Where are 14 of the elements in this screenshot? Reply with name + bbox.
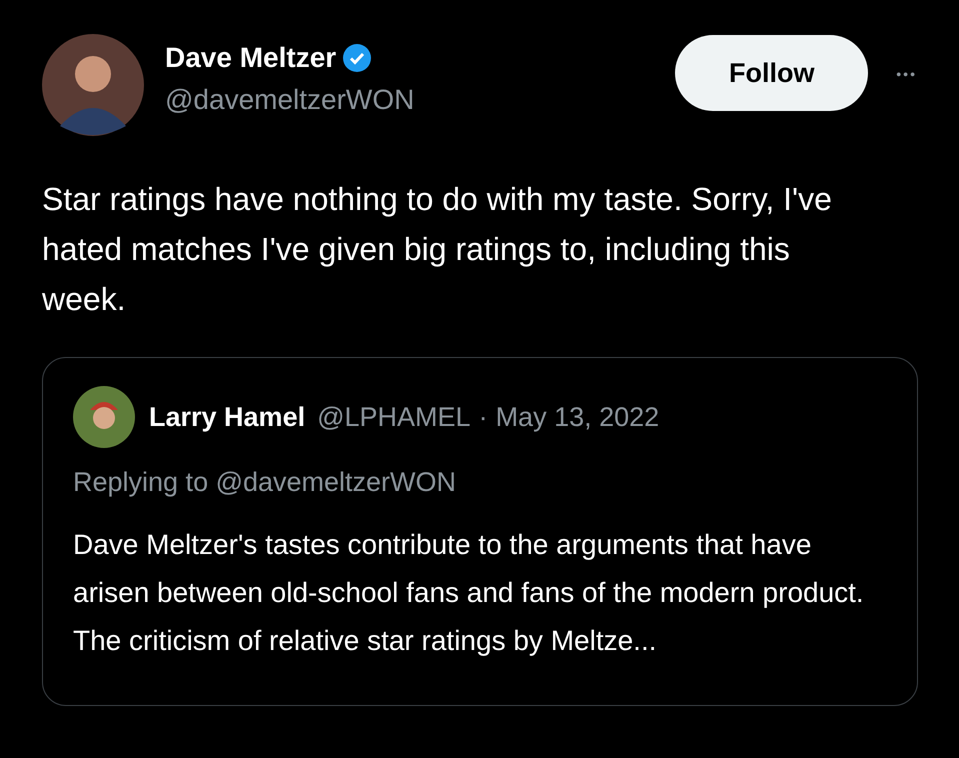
author-name[interactable]: Dave Meltzer	[165, 40, 336, 76]
avatar[interactable]	[73, 386, 135, 448]
author-handle[interactable]: @davemeltzerWON	[165, 82, 414, 118]
replying-to-text: Replying to @davemeltzerWON	[73, 466, 458, 499]
separator: ·	[478, 400, 488, 434]
quoted-author-handle[interactable]: @LPHAMEL	[317, 396, 471, 438]
avatar[interactable]	[42, 34, 144, 136]
quoted-author-name[interactable]: Larry Hamel	[149, 396, 306, 438]
quoted-tweet-card[interactable]	[42, 357, 918, 706]
follow-button[interactable]: Follow	[675, 35, 868, 111]
quoted-tweet-text: Dave Meltzer's tastes contribute to the arguments that have arisen between old-school fans and fans of the modern product. The criticism of relative star ratings by Meltze...	[73, 528, 865, 658]
tweet-text: Star ratings have nothing to do with my taste. Sorry, I've hated matches I've given big ratings to, including this week.	[42, 180, 832, 319]
more-icon[interactable]: •••	[896, 64, 917, 85]
quoted-date[interactable]: May 13, 2022	[496, 396, 660, 438]
